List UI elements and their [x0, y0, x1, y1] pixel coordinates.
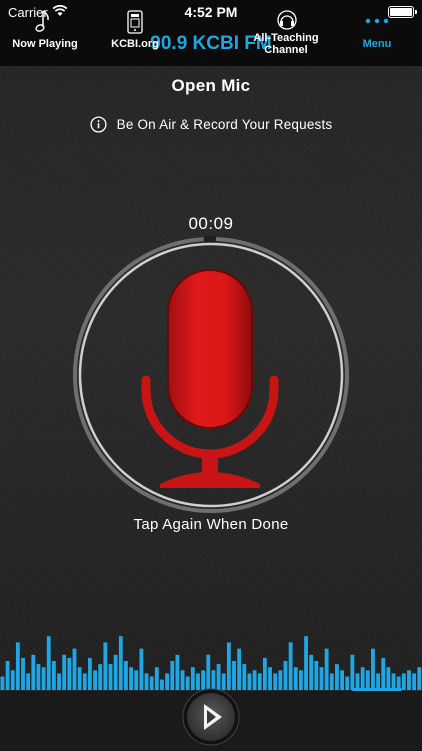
equalizer-bar	[226, 642, 231, 692]
equalizer-bar	[10, 670, 15, 692]
equalizer-bar	[237, 648, 242, 692]
equalizer-bar	[335, 664, 339, 692]
audio-equalizer	[0, 636, 422, 692]
equalizer-bar	[278, 670, 283, 692]
equalizer-bar	[350, 654, 355, 692]
music-note-icon	[35, 10, 49, 32]
equalizer-bar	[62, 654, 67, 692]
tap-done-hint: Tap Again When Done	[133, 516, 289, 533]
equalizer-bar	[154, 667, 159, 692]
equalizer-bar	[15, 642, 20, 692]
equalizer-bar	[371, 648, 375, 692]
tab-label: All-Teaching Channel	[253, 32, 319, 56]
equalizer-bar	[129, 667, 134, 692]
equalizer-bar	[36, 664, 41, 692]
equalizer-bar	[67, 657, 72, 692]
info-icon[interactable]	[90, 115, 107, 133]
equalizer-bar	[170, 661, 175, 692]
equalizer-bar	[87, 657, 92, 692]
equalizer-bar	[407, 670, 411, 692]
page-title: Open Mic	[171, 76, 251, 95]
equalizer-bar	[113, 654, 118, 692]
equalizer-bar	[51, 661, 56, 692]
tab-label: KCBI.org	[111, 38, 159, 50]
equalizer-bar	[283, 661, 288, 692]
headphones-icon	[277, 10, 297, 30]
equalizer-bar	[98, 664, 103, 692]
tab-label: Now Playing	[12, 38, 78, 50]
equalizer-bar	[304, 636, 308, 692]
equalizer-bar	[298, 670, 303, 692]
equalizer-bar	[319, 667, 324, 692]
equalizer-bar	[340, 670, 345, 692]
equalizer-bar	[108, 664, 113, 692]
phone-icon	[127, 10, 143, 34]
equalizer-bar	[21, 657, 25, 692]
equalizer-bar	[314, 661, 319, 692]
equalizer-bar	[268, 667, 272, 692]
equalizer-bar	[46, 636, 51, 692]
equalizer-bar	[93, 670, 97, 692]
equalizer-bar	[5, 661, 10, 692]
equalizer-bar	[77, 667, 82, 692]
active-tab-indicator	[352, 688, 402, 691]
equalizer-bar	[324, 648, 329, 692]
equalizer-bar	[381, 657, 386, 692]
tab-label: Menu	[362, 38, 392, 50]
equalizer-bar	[175, 654, 180, 692]
tab-kcbi-org[interactable]: KCBI.org	[90, 0, 180, 60]
tab-now-playing[interactable]: Now Playing	[0, 0, 90, 60]
equalizer-bar	[242, 664, 247, 692]
equalizer-bar	[262, 657, 267, 692]
subtitle-row: Be On Air & Record Your Requests	[0, 114, 422, 134]
record-mic-button[interactable]	[130, 262, 290, 494]
recording-timer: 00:09	[188, 214, 234, 233]
equalizer-bar	[72, 648, 77, 692]
equalizer-bar	[252, 670, 257, 692]
equalizer-bar	[41, 667, 46, 692]
equalizer-bar	[134, 670, 139, 692]
equalizer-bar	[417, 667, 422, 692]
equalizer-bar	[124, 661, 128, 692]
equalizer-bar	[118, 636, 123, 692]
equalizer-bar	[288, 642, 293, 692]
equalizer-bar	[103, 642, 108, 692]
equalizer-bar	[309, 654, 314, 692]
tab-all-teaching[interactable]: All-Teaching Channel	[240, 0, 332, 60]
equalizer-bar	[293, 667, 298, 692]
equalizer-bar	[139, 648, 144, 692]
play-button[interactable]	[182, 688, 240, 746]
subtitle-text: Be On Air & Record Your Requests	[116, 116, 333, 132]
equalizer-bar	[206, 654, 211, 692]
tab-menu[interactable]: Menu	[332, 0, 422, 60]
dots-icon	[365, 18, 389, 24]
equalizer-bar	[31, 654, 36, 692]
